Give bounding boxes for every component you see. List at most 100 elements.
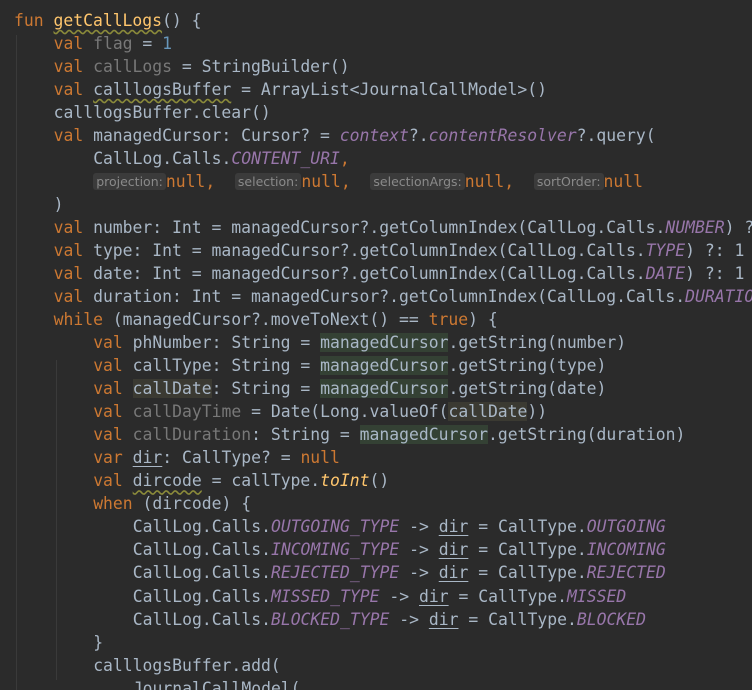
code-line[interactable]: CallLog.Calls.CONTENT_URI, [93,147,350,170]
code-token: ) ?: 1 [685,264,745,284]
code-token: toInt [320,471,370,491]
code-token: callLogs [93,57,173,77]
code-token: ) [53,195,64,215]
code-token: null [165,172,206,192]
code-token: when [93,494,133,514]
code-line[interactable]: val dircode = callType.toInt() [93,469,389,492]
code-token: callDuration [132,425,252,445]
code-line[interactable]: CallLog.Calls.INCOMING_TYPE -> dir = Cal… [133,538,666,561]
code-line[interactable]: calllogsBuffer.clear() [54,101,271,124]
code-token: val [93,425,123,445]
code-token: OUTGOING [586,517,666,537]
code-line[interactable]: } [93,631,103,654]
code-token: val [93,379,123,399]
code-token: managedCursor: Cursor? = [83,126,340,146]
code-token: number: Int = managedCursor?.getColumnIn… [83,218,666,238]
code-token: callDate [132,379,212,399]
code-line[interactable]: val callDate: String = managedCursor.get… [93,377,606,400]
code-token: dircode [132,471,202,491]
code-token: -> [379,586,419,606]
code-token: TYPE [645,241,686,261]
code-token: = Date(Long.valueOf( [241,402,449,422]
code-token: -> [399,540,439,560]
code-line[interactable]: val flag = 1 [54,32,172,55]
code-token: phNumber: String = [122,333,321,353]
code-line[interactable]: when (dircode) { [93,492,251,515]
parameter-hint: projection: [93,173,166,191]
code-token: dir [438,517,469,537]
code-line[interactable]: fun getCallLogs() { [14,9,202,32]
code-token: (dircode) { [132,494,252,514]
code-line[interactable]: JournalCallModel( [133,677,301,690]
code-editor[interactable]: fun getCallLogs() {val flag = 1 val callL… [0,0,752,690]
code-token: var [93,448,123,468]
code-token: INCOMING [586,540,666,560]
code-token: dir [438,563,469,583]
code-line[interactable]: val type: Int = managedCursor?.getColumn… [54,239,745,262]
code-token: val [53,57,84,77]
code-token: } [93,632,104,652]
code-token: DATE [645,264,686,284]
code-token: val [93,402,123,422]
code-token: = CallType. [468,563,587,583]
code-token: = CallType. [458,609,577,629]
parameter-hint: selectionArgs: [370,173,465,191]
code-token: -> [399,563,439,583]
code-token: null [464,172,505,192]
code-token: getCallLogs [53,11,163,30]
code-line[interactable]: val callDayTime = Date(Long.valueOf(call… [93,400,547,423]
code-line[interactable]: val phNumber: String = managedCursor.get… [93,331,626,354]
code-token: MISSED_TYPE [270,586,380,606]
code-token: , [339,149,350,169]
code-line[interactable]: val callDuration: String = managedCursor… [93,423,685,446]
code-token: dir [438,540,469,560]
code-token: = CallType. [448,586,568,606]
code-line[interactable]: projection: null, selection: null, selecti… [93,170,643,193]
code-token: callDate [448,402,528,422]
code-token: = CallType. [468,517,587,537]
code-line[interactable]: val number: Int = managedCursor?.getColu… [54,216,752,239]
code-line[interactable]: CallLog.Calls.MISSED_TYPE -> dir = CallT… [133,585,626,608]
code-token: BLOCKED_TYPE [270,609,390,629]
code-token: .getString(date) [448,379,607,399]
code-token: calllogsBuffer.add( [93,655,281,675]
code-token: CallLog.Calls. [132,517,271,537]
code-line[interactable]: CallLog.Calls.OUTGOING_TYPE -> dir = Cal… [133,515,666,538]
code-line[interactable]: ) [54,193,64,216]
code-line[interactable]: val callLogs = StringBuilder() [54,55,350,78]
code-line[interactable]: var dir: CallType? = null [93,446,340,469]
code-token: managedCursor [359,425,488,445]
code-token: ) { [468,310,498,330]
code-line[interactable]: while (managedCursor?.moveToNext() == tr… [54,308,498,331]
code-line[interactable]: val calllogsBuffer = ArrayList<JournalCa… [54,78,547,101]
code-token: CallLog.Calls. [132,609,271,629]
code-token: = CallType. [468,540,587,560]
code-line[interactable]: val managedCursor: Cursor? = context?.co… [54,124,656,147]
code-token: val [53,218,84,238]
code-line[interactable]: CallLog.Calls.REJECTED_TYPE -> dir = Cal… [133,561,666,584]
code-token: dir [428,609,459,629]
code-token: OUTGOING_TYPE [270,517,400,537]
code-token: = StringBuilder() [172,57,350,77]
code-line[interactable]: val date: Int = managedCursor?.getColumn… [54,262,745,285]
code-line[interactable]: calllogsBuffer.add( [93,654,281,677]
code-token: .getString(number) [448,333,627,353]
code-line[interactable]: CallLog.Calls.BLOCKED_TYPE -> dir = Call… [133,608,646,631]
code-token: , [205,172,235,192]
code-line[interactable]: val callType: String = managedCursor.get… [93,354,606,377]
code-token: : String = [211,379,321,399]
code-token: REJECTED_TYPE [270,563,400,583]
code-token: null [300,448,340,468]
code-line[interactable]: val duration: Int = managedCursor?.getCo… [54,285,752,308]
code-token: BLOCKED [576,609,646,629]
code-token: val [53,34,84,54]
code-token: .getString(type) [448,356,607,376]
code-token: true [428,310,469,330]
code-token: () [369,471,390,491]
code-token: null [603,172,644,192]
